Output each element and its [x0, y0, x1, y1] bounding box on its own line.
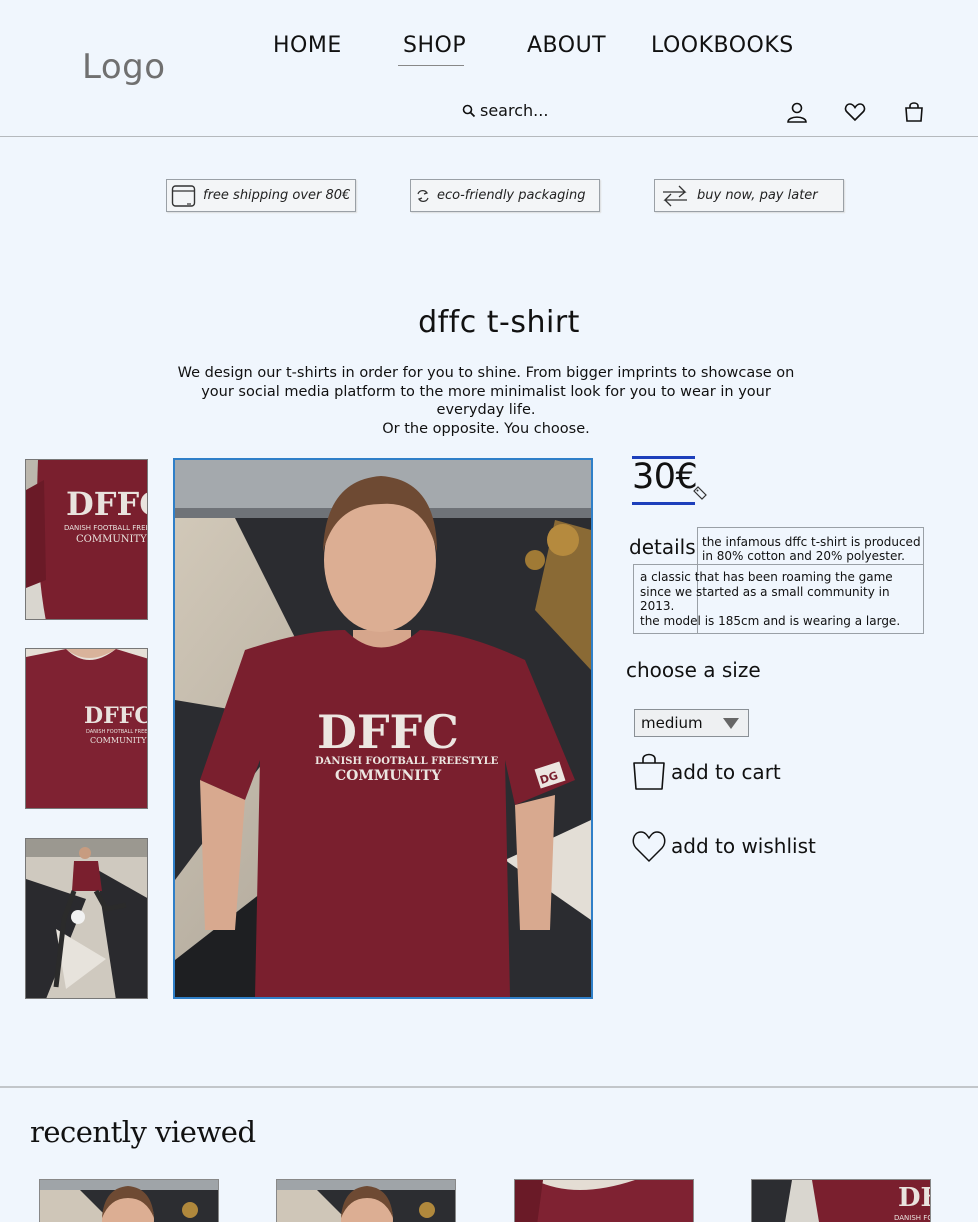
perk-eco-packaging: eco-friendly packaging	[410, 179, 600, 212]
details-material: the infamous dffc t-shirt is produced in…	[702, 535, 921, 563]
search-input[interactable]: search...	[462, 101, 548, 120]
search-icon	[462, 104, 476, 117]
add-to-wishlist-label: add to wishlist	[671, 834, 816, 858]
product-title: dffc t-shirt	[418, 305, 580, 340]
search-placeholder: search...	[480, 101, 549, 120]
print-text: DFFC	[898, 1183, 931, 1213]
print-subtext: DANISH FOOTBALL FREESTYLE	[894, 1214, 931, 1222]
recent-thumbnail	[40, 1180, 218, 1222]
perk-buy-now-pay-later: buy now, pay later	[654, 179, 844, 212]
nav-about[interactable]: ABOUT	[527, 33, 606, 58]
section-divider	[0, 1086, 978, 1088]
bag-icon	[633, 753, 665, 790]
print-community: COMMUNITY	[76, 534, 147, 545]
details-history-text: a classic that has been roaming the game…	[640, 570, 893, 613]
heart-icon[interactable]	[843, 100, 867, 124]
product-thumbnail[interactable]	[25, 838, 148, 999]
box-icon	[171, 184, 196, 207]
perk-free-shipping: free shipping over 80€	[166, 179, 356, 212]
logo[interactable]: Logo	[82, 47, 166, 87]
thumbnail-action-shot	[26, 839, 147, 998]
details-label: details	[629, 535, 696, 559]
print-text: DFFC	[84, 703, 148, 729]
recently-viewed-item[interactable]	[514, 1179, 694, 1222]
product-main-image[interactable]: DFFC DANISH FOOTBALL FREESTYLE COMMUNITY…	[173, 458, 593, 999]
chevron-down-icon	[723, 718, 739, 729]
print-text: DFFC	[66, 485, 148, 523]
recently-viewed-item[interactable]	[39, 1179, 219, 1222]
recently-viewed-item[interactable]: DFFC DANISH FOOTBALL FREESTYLE	[751, 1179, 931, 1222]
model-photo: DFFC DANISH FOOTBALL FREESTYLE COMMUNITY…	[175, 460, 591, 997]
print-subtext: DANISH FOOTBALL FREESTYLE	[64, 524, 148, 532]
user-icon[interactable]	[785, 100, 809, 124]
recent-thumbnail	[515, 1180, 693, 1222]
nav-home[interactable]: HOME	[273, 33, 342, 58]
print-subtext: DANISH FOOTBALL FREESTYLE	[86, 729, 148, 735]
price-accent-line	[632, 502, 695, 505]
perk-label: free shipping over 80€	[203, 188, 351, 203]
nav-active-underline	[398, 65, 464, 66]
perk-label: eco-friendly packaging	[437, 188, 586, 203]
print-community: COMMUNITY	[90, 736, 147, 745]
description-paragraph: Or the opposite. You choose.	[382, 420, 590, 437]
price-tag-icon	[693, 486, 707, 500]
print-text: DFFC	[317, 705, 459, 759]
nav-lookbooks[interactable]: LOOKBOOKS	[651, 33, 794, 58]
product-thumbnail[interactable]: DFFC DANISH FOOTBALL FREESTYLE COMMUNITY	[25, 648, 148, 809]
site-header: Logo HOME SHOP ABOUT LOOKBOOKS search...	[0, 0, 978, 137]
recently-viewed-item[interactable]	[276, 1179, 456, 1222]
product-price: 30€	[632, 457, 698, 497]
size-selected-value: medium	[641, 714, 703, 732]
print-subtext: DANISH FOOTBALL FREESTYLE	[315, 756, 499, 767]
recently-viewed-title: recently viewed	[30, 1115, 256, 1149]
description-paragraph: We design our t-shirts in order for you …	[177, 365, 795, 418]
nav-shop[interactable]: SHOP	[403, 33, 466, 58]
recycle-icon	[417, 189, 429, 202]
size-label: choose a size	[626, 658, 761, 682]
exchange-arrows-icon	[663, 185, 687, 206]
print-community: COMMUNITY	[335, 768, 442, 784]
heart-icon	[632, 831, 666, 863]
thumbnail-closeup-print: DFFC DANISH FOOTBALL FREESTYLE COMMUNITY	[26, 460, 148, 619]
product-thumbnail[interactable]: DFFC DANISH FOOTBALL FREESTYLE COMMUNITY	[25, 459, 148, 620]
product-description: We design our t-shirts in order for you …	[176, 364, 796, 438]
add-to-cart-button[interactable]: add to cart	[631, 753, 781, 791]
add-to-cart-label: add to cart	[671, 760, 781, 784]
thumbnail-front-crop: DFFC DANISH FOOTBALL FREESTYLE COMMUNITY	[26, 649, 148, 808]
add-to-wishlist-button[interactable]: add to wishlist	[631, 829, 816, 863]
recent-thumbnail: DFFC DANISH FOOTBALL FREESTYLE	[752, 1180, 931, 1222]
perk-label: buy now, pay later	[697, 188, 818, 203]
recent-thumbnail	[277, 1180, 455, 1222]
bag-icon[interactable]	[902, 100, 926, 124]
size-select[interactable]: medium	[634, 709, 749, 737]
details-history: a classic that has been roaming the game…	[640, 570, 920, 628]
details-model-text: the model is 185cm and is wearing a larg…	[640, 613, 901, 628]
